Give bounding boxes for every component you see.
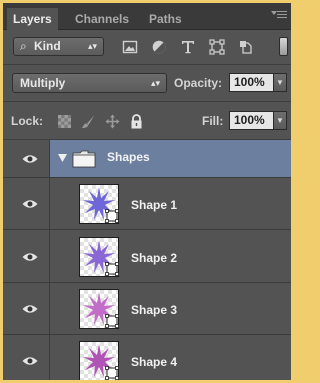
fill-label: Fill: [202, 114, 224, 128]
tab-channels[interactable]: Channels [69, 9, 135, 29]
visibility-cell[interactable] [3, 178, 50, 229]
vector-shape-badge-icon [105, 366, 119, 380]
opacity-input[interactable]: 100% [229, 73, 274, 92]
stepper-arrows-icon: ▴▾ [150, 78, 160, 88]
folder-icon [72, 150, 96, 168]
blend-mode-value: Multiply [20, 76, 66, 90]
lock-position-icon[interactable] [105, 114, 120, 129]
visibility-cell[interactable] [3, 140, 50, 177]
adjustment-filter-icon[interactable] [151, 39, 167, 55]
fill-input[interactable]: 100% [229, 111, 274, 130]
layer-row[interactable]: Shape 2 [3, 230, 291, 283]
search-icon: ⌕ [20, 39, 27, 53]
opacity-dropdown-button[interactable]: ▼ [273, 73, 287, 92]
lock-row: Lock: Fill: 100% ▼ [3, 102, 291, 140]
fill-dropdown-button[interactable]: ▼ [273, 111, 287, 130]
lock-label: Lock: [11, 114, 44, 128]
layer-name: Shape 1 [131, 198, 178, 212]
eye-icon[interactable] [22, 199, 38, 209]
filter-kind-label: Kind [34, 39, 61, 53]
lock-transparent-pixels-icon[interactable] [57, 114, 72, 129]
blend-mode-row: Multiply ▴▾ Opacity: 100% ▼ [3, 65, 291, 102]
layers-panel: Layers Channels Paths ⌕ Kind ▴▾ Multiply… [3, 3, 291, 380]
panel-menu-icon[interactable] [271, 9, 287, 21]
layer-filter-row: ⌕ Kind ▴▾ [3, 29, 291, 65]
vector-shape-badge-icon [105, 209, 119, 223]
layer-name: Shape 4 [131, 355, 178, 369]
smart-object-filter-icon[interactable] [238, 39, 254, 55]
disclosure-triangle-down-icon[interactable] [58, 154, 67, 162]
layer-name: Shape 2 [131, 251, 178, 265]
group-name: Shapes [107, 150, 150, 164]
layer-row[interactable]: Shape 4 [3, 335, 291, 380]
visibility-cell[interactable] [3, 335, 50, 380]
eye-icon[interactable] [22, 154, 38, 164]
shape-filter-icon[interactable] [209, 39, 225, 55]
vector-shape-badge-icon [105, 314, 119, 328]
stepper-arrows-icon: ▴▾ [87, 41, 97, 51]
eye-icon[interactable] [22, 304, 38, 314]
group-selection-highlight: Shapes [50, 140, 291, 177]
layer-name: Shape 3 [131, 303, 178, 317]
type-filter-icon[interactable] [180, 39, 196, 55]
lock-all-icon[interactable] [129, 114, 144, 129]
filter-toggle-switch[interactable] [279, 37, 288, 56]
panel-tab-bar: Layers Channels Paths [3, 3, 291, 30]
lock-image-pixels-icon[interactable] [81, 114, 96, 129]
filter-kind-select[interactable]: ⌕ Kind ▴▾ [13, 37, 104, 56]
layer-row[interactable]: Shape 1 [3, 178, 291, 230]
vector-shape-badge-icon [105, 262, 119, 276]
layer-row[interactable]: Shape 3 [3, 283, 291, 335]
tab-paths[interactable]: Paths [143, 9, 188, 29]
visibility-cell[interactable] [3, 230, 50, 282]
visibility-cell[interactable] [3, 283, 50, 334]
blend-mode-select[interactable]: Multiply ▴▾ [12, 73, 167, 93]
pixel-layer-filter-icon[interactable] [122, 39, 138, 55]
opacity-label: Opacity: [174, 76, 223, 90]
tab-layers[interactable]: Layers [7, 8, 58, 30]
eye-icon[interactable] [22, 356, 38, 366]
eye-icon[interactable] [22, 252, 38, 262]
layer-group-row[interactable]: Shapes [3, 140, 291, 178]
